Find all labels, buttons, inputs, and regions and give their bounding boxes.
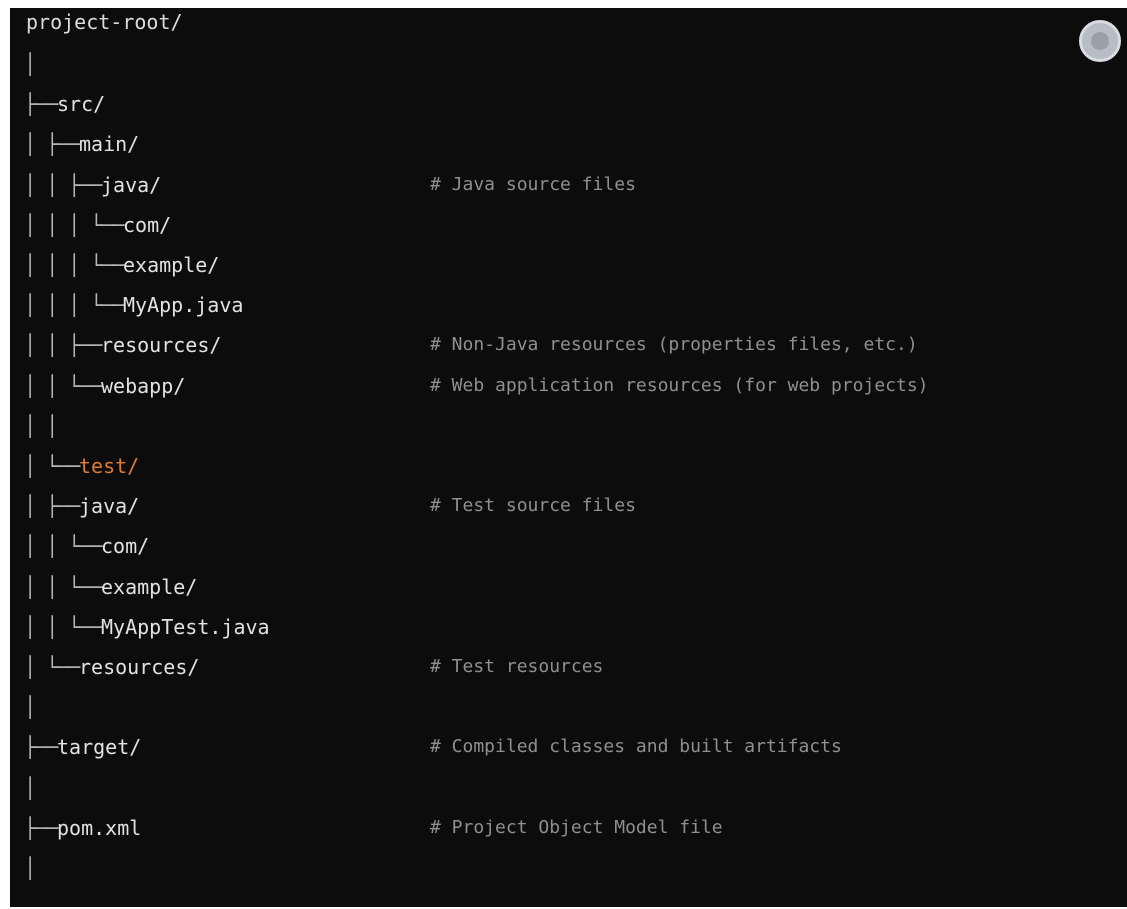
tree-comment: # Compiled classes and built artifacts <box>430 736 842 758</box>
folder-name[interactable]: example/ <box>123 245 219 285</box>
folder-name[interactable]: example/ <box>101 567 197 607</box>
tree-connector: │ │ └── <box>24 534 102 559</box>
tree-comment: # Test resources <box>430 656 604 677</box>
tree-comment: # Web application resources (for web pro… <box>430 374 929 396</box>
tree-connector: │ <box>24 52 36 76</box>
file-name[interactable]: MyApp.java <box>123 285 243 325</box>
tree-connector: │ │ │ └── <box>24 212 124 237</box>
tree-connector: │ │ ├── <box>24 333 102 358</box>
folder-name[interactable]: java/ <box>101 165 161 205</box>
tree-connector: │ │ └── <box>24 373 102 398</box>
tree-comment: # Test source files <box>430 495 636 517</box>
file-name[interactable]: pom.xml <box>57 808 141 848</box>
avatar-head <box>1091 32 1109 50</box>
root-label: project-root/ <box>26 10 183 34</box>
tree-connector: │ │ │ └── <box>24 253 124 277</box>
tree-connector: │ │ <box>24 413 58 438</box>
tree-comment: # Project Object Model file <box>430 816 723 838</box>
folder-name[interactable]: resources/ <box>101 325 221 365</box>
folder-name[interactable]: test/ <box>79 446 139 486</box>
user-avatar-icon[interactable] <box>1079 20 1121 62</box>
folder-name[interactable]: webapp/ <box>101 366 185 406</box>
folder-name[interactable]: com/ <box>123 205 171 245</box>
tree-connector: │ <box>24 856 36 880</box>
tree-connector: │ ├── <box>24 494 80 519</box>
folder-name[interactable]: java/ <box>79 486 139 526</box>
tree-connector: ├── <box>24 92 58 117</box>
folder-name[interactable]: resources/ <box>79 647 199 687</box>
tree-connector: │ <box>24 775 36 800</box>
folder-name[interactable]: main/ <box>79 124 139 164</box>
tree-connector: │ │ └── <box>24 614 102 639</box>
tree-connector: ├── <box>24 815 58 840</box>
folder-name[interactable]: src/ <box>57 84 105 124</box>
code-panel: project-root/ │ ├── src/ │ ├── main/ │ │ ├─… <box>10 8 1127 907</box>
tree-connector: │ │ ├── <box>24 172 102 197</box>
folder-name[interactable]: com/ <box>101 526 149 566</box>
tree-connector: │ │ └── <box>24 574 102 599</box>
tree-connector: │ │ │ └── <box>24 293 124 318</box>
tree-connector: │ ├── <box>24 132 80 157</box>
tree-comment: # Non-Java resources (properties files, … <box>430 334 918 356</box>
folder-name[interactable]: target/ <box>57 727 141 767</box>
tree-connector: ├── <box>24 735 58 760</box>
file-name[interactable]: MyAppTest.java <box>101 607 270 647</box>
tree-comment: # Java source files <box>430 173 636 195</box>
tree-connector: │ └── <box>24 655 80 679</box>
tree-connector: │ └── <box>24 454 80 478</box>
tree-connector: │ <box>24 695 36 720</box>
